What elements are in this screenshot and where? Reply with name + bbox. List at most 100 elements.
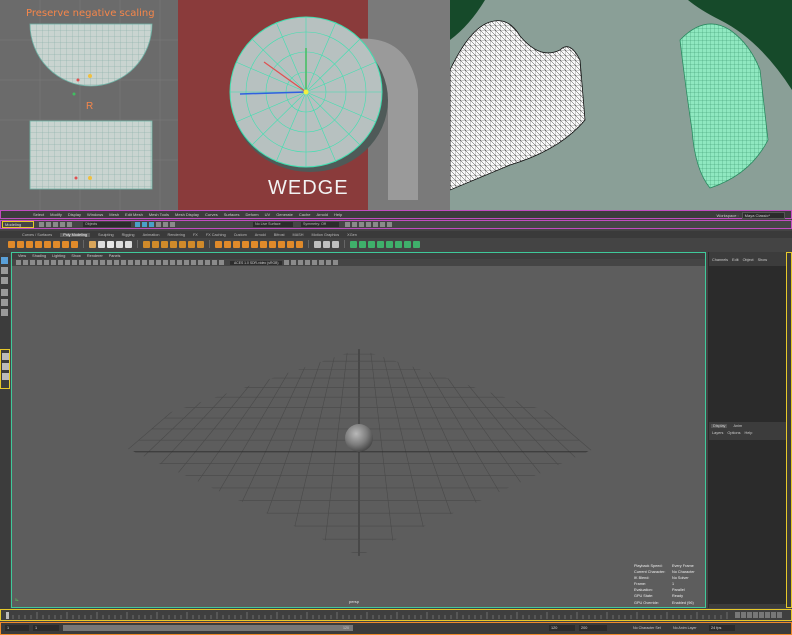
channel-box-menu-show[interactable]: Show	[758, 258, 768, 262]
menu-mesh-tools[interactable]: Mesh Tools	[149, 212, 169, 217]
move-tool-icon[interactable]	[1, 289, 8, 296]
undo-icon[interactable]	[60, 222, 65, 227]
shelf-tab-sculpting[interactable]: Sculpting	[98, 233, 114, 237]
shelf-tab-arnold[interactable]: Arnold	[255, 233, 266, 237]
time-slider[interactable]	[0, 609, 792, 621]
viewport-tool-icon[interactable]	[319, 260, 325, 265]
layer-menu-help[interactable]: Help	[745, 431, 753, 435]
layer-tab-anim[interactable]: Anim	[733, 424, 742, 428]
render-setup-icon[interactable]	[380, 222, 385, 227]
shelf-tool-icon[interactable]	[53, 240, 60, 248]
open-scene-icon[interactable]	[46, 222, 51, 227]
anim-layer-label[interactable]: No Anim Layer	[673, 626, 697, 630]
workspace-dropdown[interactable]: Maya Classic*	[741, 212, 785, 219]
shelf-tool-icon[interactable]	[296, 240, 303, 248]
viewport-tool-icon[interactable]	[184, 260, 189, 265]
viewport-tool-icon[interactable]	[326, 260, 332, 265]
shelf-tab-xgen[interactable]: XGen	[347, 233, 357, 237]
viewport-tool-icon[interactable]	[298, 260, 304, 265]
shelf-tool-icon[interactable]	[251, 240, 258, 248]
animation-end-field[interactable]: 200	[579, 625, 607, 631]
shelf-tool-icon[interactable]	[98, 240, 105, 248]
sphere-object[interactable]	[345, 424, 373, 452]
perspective-viewport[interactable]: View Shading Lighting Show Renderer Panels AC…	[11, 252, 706, 608]
step-forward-key-icon[interactable]	[771, 612, 776, 618]
viewport-tool-icon[interactable]	[37, 260, 42, 265]
fps-dropdown[interactable]: 24 fps	[709, 625, 735, 631]
menu-display[interactable]: Display	[68, 212, 81, 217]
shelf-tool-icon[interactable]	[197, 240, 204, 248]
viewport-tool-icon[interactable]	[284, 260, 290, 265]
menu-arnold[interactable]: Arnold	[316, 212, 328, 217]
render-current-icon[interactable]	[352, 222, 357, 227]
playback-end-field[interactable]: 120	[549, 625, 575, 631]
menu-select[interactable]: Select	[33, 212, 44, 217]
shelf-tool-icon[interactable]	[224, 240, 231, 248]
viewport-tool-icon[interactable]	[163, 260, 168, 265]
live-surface-field[interactable]: No Live Surface	[253, 222, 293, 227]
viewport-tool-icon[interactable]	[191, 260, 196, 265]
component-mode-icon[interactable]	[149, 222, 154, 227]
shelf-tool-icon[interactable]	[260, 240, 267, 248]
channel-box-menu-channels[interactable]: Channels	[712, 258, 728, 262]
menu-uv[interactable]: UV	[265, 212, 271, 217]
render-view-icon[interactable]	[345, 222, 350, 227]
current-time-marker[interactable]	[6, 612, 9, 619]
selection-mask-dropdown[interactable]: Objects	[83, 222, 131, 227]
shelf-tool-icon[interactable]	[386, 240, 393, 248]
viewport-tool-icon[interactable]	[312, 260, 318, 265]
layer-menu-options[interactable]: Options	[727, 431, 740, 435]
shelf-tab-mash[interactable]: MASH	[293, 233, 304, 237]
layer-menu-layers[interactable]: Layers	[712, 431, 723, 435]
animation-start-field[interactable]: 1	[5, 625, 29, 631]
step-back-frame-icon[interactable]	[747, 612, 752, 618]
viewport-tool-icon[interactable]	[135, 260, 140, 265]
viewport-tool-icon[interactable]	[30, 260, 35, 265]
viewport-tool-icon[interactable]	[107, 260, 112, 265]
shelf-tab-rigging[interactable]: Rigging	[122, 233, 135, 237]
viewport-tool-icon[interactable]	[65, 260, 70, 265]
viewport-tool-icon[interactable]	[100, 260, 105, 265]
menu-cache[interactable]: Cache	[299, 212, 311, 217]
viewport-tool-icon[interactable]	[156, 260, 161, 265]
shelf-tab-fx[interactable]: FX	[193, 233, 198, 237]
shelf-tool-icon[interactable]	[17, 240, 24, 248]
shelf-tool-icon[interactable]	[107, 240, 114, 248]
rotate-tool-icon[interactable]	[1, 299, 8, 306]
color-management-field[interactable]: ACES 1.0 SDR-video (sRGB)	[230, 260, 283, 265]
shelf-tool-icon[interactable]	[242, 240, 249, 248]
play-forwards-icon[interactable]	[759, 612, 764, 618]
viewport-menu-show[interactable]: Show	[71, 254, 81, 258]
scale-tool-icon[interactable]	[1, 309, 8, 316]
ipr-render-icon[interactable]	[359, 222, 364, 227]
shelf-tool-icon[interactable]	[359, 240, 366, 248]
shelf-tool-icon[interactable]	[116, 240, 123, 248]
shelf-tool-icon[interactable]	[8, 240, 15, 248]
layer-tab-display[interactable]: Display	[711, 424, 728, 428]
shelf-tool-icon[interactable]	[143, 240, 150, 248]
shelf-tool-icon[interactable]	[62, 240, 69, 248]
side-by-side-layout-icon[interactable]	[2, 373, 9, 380]
viewport-tool-icon[interactable]	[121, 260, 126, 265]
viewport-menu-renderer[interactable]: Renderer	[87, 254, 103, 258]
shelf-tool-icon[interactable]	[125, 240, 132, 248]
viewport-tool-icon[interactable]	[86, 260, 91, 265]
shelf-tab-bifrost[interactable]: Bifrost	[274, 233, 285, 237]
viewport-menu-lighting[interactable]: Lighting	[52, 254, 65, 258]
shelf-tool-icon[interactable]	[161, 240, 168, 248]
shelf-tool-icon[interactable]	[152, 240, 159, 248]
single-pane-layout-icon[interactable]	[2, 353, 9, 360]
shelf-tab-curves-surfaces[interactable]: Curves / Surfaces	[22, 233, 52, 237]
shelf-tab-custom[interactable]: Custom	[234, 233, 247, 237]
menu-deform[interactable]: Deform	[246, 212, 259, 217]
shelf-tool-icon[interactable]	[71, 240, 78, 248]
menu-edit-mesh[interactable]: Edit Mesh	[125, 212, 143, 217]
step-forward-frame-icon[interactable]	[765, 612, 770, 618]
viewport-tool-icon[interactable]	[72, 260, 77, 265]
shelf-tool-icon[interactable]	[170, 240, 177, 248]
shelf-tool-icon[interactable]	[413, 240, 420, 248]
shelf-tool-icon[interactable]	[395, 240, 402, 248]
shelf-tab-animation[interactable]: Animation	[143, 233, 160, 237]
four-pane-layout-icon[interactable]	[2, 363, 9, 370]
select-tool-icon[interactable]	[1, 257, 8, 264]
